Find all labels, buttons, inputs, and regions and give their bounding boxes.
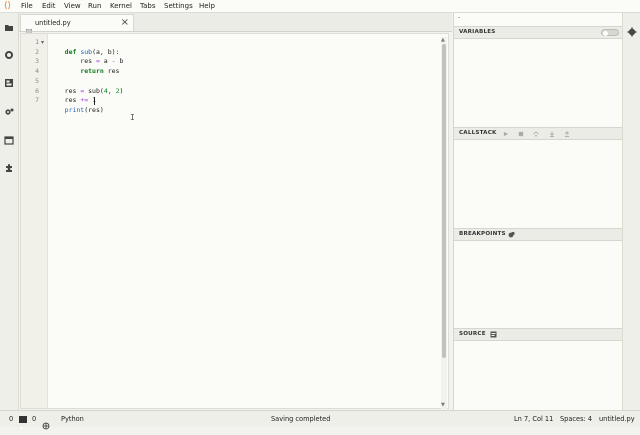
terminal-icon[interactable] [19, 416, 27, 430]
code-token: res [103, 67, 120, 76]
menu-file[interactable]: File [21, 0, 33, 12]
status-count-kernels: 0 [32, 415, 37, 423]
breakpoints-title: BREAKPOINTS [459, 231, 506, 237]
stop-icon[interactable] [517, 130, 524, 137]
code-token: , [107, 86, 116, 95]
code-editor[interactable]: 1 ▾ 2 3 4 5 6 7 def sub(a, b): res = a -… [20, 33, 449, 409]
property-inspector-gear-icon[interactable] [627, 22, 637, 37]
line-number: 1 [35, 38, 39, 46]
kernel-sessions-icon[interactable] [42, 415, 50, 430]
menu-run[interactable]: Run [88, 0, 101, 12]
running-icon[interactable] [4, 50, 14, 60]
open-source-icon[interactable] [490, 331, 497, 338]
step-out-icon[interactable] [563, 130, 570, 137]
code-token: (res) [84, 105, 104, 114]
step-in-icon[interactable] [548, 130, 555, 137]
menu-edit[interactable]: Edit [42, 0, 56, 12]
callstack-title: CALLSTACK [459, 130, 497, 136]
source-title: SOURCE [459, 331, 486, 337]
line-number: 6 [35, 86, 39, 95]
menu-bar: ⟨⟩ File Edit View Run Kernel Tabs Settin… [0, 0, 640, 13]
gear-settings-icon[interactable] [4, 107, 14, 117]
menu-settings[interactable]: Settings [164, 0, 193, 12]
jupyter-logo-icon: ⟨⟩ [4, 1, 12, 11]
variables-header: VARIABLES [454, 26, 624, 39]
status-count-terminals: 0 [9, 415, 14, 423]
remove-breakpoints-icon[interactable] [508, 231, 515, 238]
right-sidebar [622, 13, 640, 410]
toggle-knob [603, 30, 608, 36]
ibeam-cursor-icon: I [130, 113, 135, 122]
menu-view[interactable]: View [64, 0, 81, 12]
left-sidebar [0, 13, 19, 410]
menu-help[interactable]: Help [199, 0, 215, 12]
line-number: 7 [35, 96, 39, 105]
status-message: Saving completed [271, 415, 331, 423]
cursor-position[interactable]: Ln 7, Col 11 [514, 411, 553, 427]
panel-collapse-icon[interactable]: - [458, 14, 460, 21]
editor-tab-untitled-py[interactable]: untitled.py × [20, 14, 134, 36]
close-icon[interactable]: × [121, 16, 129, 30]
line-number: 2 [35, 47, 39, 56]
variables-toggle[interactable] [601, 29, 619, 36]
scroll-up-icon[interactable]: ▲ [441, 37, 445, 43]
code-token: print [64, 105, 85, 114]
code-line-7: print(res) [49, 96, 104, 125]
text-cursor [94, 97, 95, 105]
callstack-header: CALLSTACK [454, 127, 624, 140]
breakpoints-header: BREAKPOINTS [454, 228, 624, 241]
menu-kernel[interactable]: Kernel [110, 0, 132, 12]
extension-icon[interactable] [4, 163, 14, 173]
scroll-thumb[interactable] [442, 44, 446, 358]
folder-icon[interactable] [4, 22, 14, 32]
tabs-icon[interactable] [4, 135, 14, 145]
line-number: 4 [35, 67, 39, 76]
indentation-setting[interactable]: Spaces: 4 [560, 411, 592, 427]
line-gutter: 1 ▾ 2 3 4 5 6 7 [21, 34, 48, 408]
line-number: 3 [35, 57, 39, 66]
variables-title: VARIABLES [459, 29, 496, 35]
source-header: SOURCE [454, 328, 624, 341]
code-token: return [80, 67, 104, 76]
scroll-down-icon[interactable]: ▼ [441, 402, 445, 408]
status-bar: 0 0 Python Saving completed Ln 7, Col 11… [0, 410, 640, 430]
command-palette-icon[interactable] [4, 78, 14, 88]
step-over-icon[interactable] [532, 130, 539, 137]
fold-arrow-icon[interactable]: ▾ [41, 39, 44, 46]
code-token: ) [119, 86, 124, 95]
debugger-panel: - VARIABLES CALLSTACK BREAKPOINTS SOURCE [453, 13, 624, 410]
menu-tabs[interactable]: Tabs [140, 0, 156, 12]
kernel-name[interactable]: Python [61, 411, 84, 427]
file-text-icon [25, 20, 33, 36]
line-number: 5 [35, 76, 39, 85]
tab-title: untitled.py [35, 19, 71, 27]
current-file-name: untitled.py [599, 415, 635, 423]
continue-icon[interactable] [502, 130, 509, 137]
